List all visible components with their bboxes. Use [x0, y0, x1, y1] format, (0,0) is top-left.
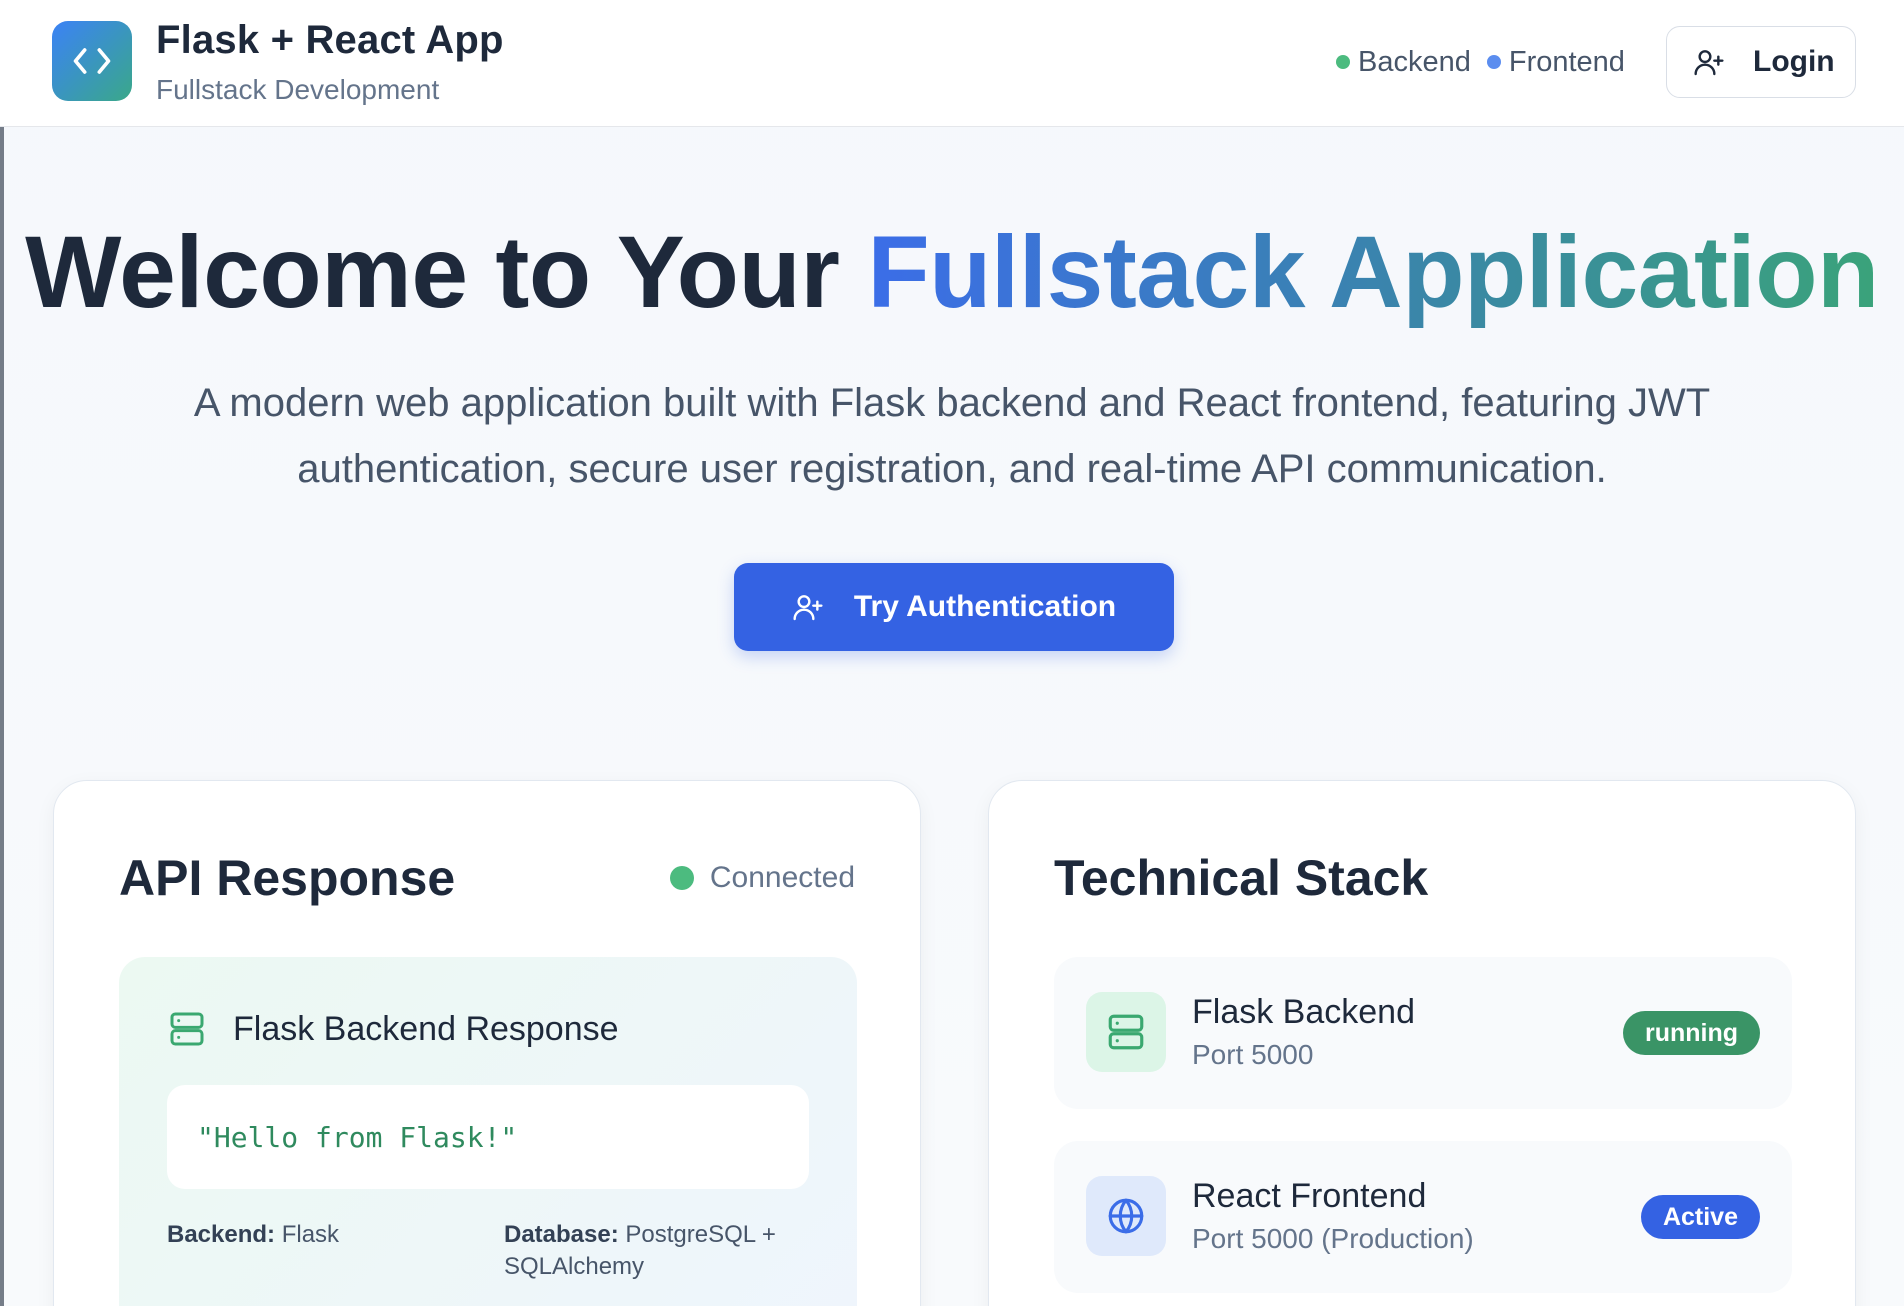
code-icon — [73, 48, 111, 74]
backend-info: Backend: Flask — [167, 1219, 339, 1251]
connection-status-dot — [669, 866, 694, 890]
hero-title-plain: Welcome to Your — [25, 215, 868, 329]
page: Flask + React App Fullstack Development … — [0, 0, 1904, 1306]
hero-title-highlight: Fullstack Application — [867, 215, 1879, 329]
backend-info-value: Flask — [281, 1221, 340, 1248]
backend-response-title: Flask Backend Response — [233, 1009, 619, 1048]
app-title: Flask + React App — [156, 18, 504, 62]
stack-item-port: Port 5000 (Production) — [1192, 1223, 1474, 1254]
database-info-label: Database: — [504, 1221, 619, 1248]
connection-status: Connected — [669, 861, 855, 895]
user-plus-icon — [1694, 50, 1724, 76]
server-icon — [170, 1012, 204, 1046]
try-authentication-button[interactable]: Try Authentication — [734, 563, 1174, 651]
response-message: "Hello from Flask!" — [167, 1085, 809, 1189]
server-icon — [1108, 1014, 1144, 1050]
status-badge: Active — [1640, 1195, 1760, 1239]
technical-stack-card: Technical Stack Flask Backend Port 5000 … — [988, 780, 1856, 1306]
backend-status-label: Backend — [1358, 45, 1471, 78]
hero-title: Welcome to Your Fullstack Application — [0, 214, 1904, 331]
backend-info-label: Backend: — [167, 1221, 276, 1248]
backend-response-header: Flask Backend Response — [167, 1009, 619, 1049]
hero-description: A modern web application built with Flas… — [193, 381, 1711, 491]
globe-icon — [1108, 1198, 1144, 1234]
service-status-group: Backend Frontend — [1336, 44, 1625, 80]
stack-item-icon — [1086, 1176, 1166, 1256]
app-subtitle: Fullstack Development — [156, 74, 440, 105]
technical-stack-title: Technical Stack — [1054, 850, 1429, 906]
connection-status-label: Connected — [709, 861, 855, 894]
user-plus-icon — [793, 595, 823, 621]
login-label: Login — [1753, 45, 1835, 78]
frontend-status: Frontend — [1486, 45, 1625, 79]
stack-item-flask-backend: Flask Backend Port 5000 running — [1054, 957, 1792, 1109]
backend-status-dot — [1336, 55, 1350, 69]
app-logo[interactable] — [52, 21, 132, 101]
backend-response-panel: Flask Backend Response "Hello from Flask… — [119, 957, 857, 1306]
api-response-card: API Response Connected Flask Backend Res… — [53, 780, 921, 1306]
database-info: Database: PostgreSQL + SQLAlchemy — [504, 1219, 824, 1283]
stack-item-name: Flask Backend — [1192, 993, 1415, 1031]
stack-item-icon — [1086, 992, 1166, 1072]
api-response-title: API Response — [119, 850, 456, 906]
stack-item-name: React Frontend — [1192, 1177, 1427, 1215]
login-button[interactable]: Login — [1666, 26, 1856, 98]
stack-item-react-frontend: React Frontend Port 5000 (Production) Ac… — [1054, 1141, 1792, 1293]
try-authentication-label: Try Authentication — [853, 590, 1117, 623]
frontend-status-dot — [1486, 55, 1501, 69]
backend-status: Backend — [1336, 46, 1471, 79]
window-edge — [0, 0, 4, 1306]
status-badge: running — [1622, 1011, 1760, 1055]
top-navbar: Flask + React App Fullstack Development … — [0, 0, 1904, 127]
stack-item-port: Port 5000 — [1192, 1039, 1314, 1070]
frontend-status-label: Frontend — [1508, 45, 1625, 78]
